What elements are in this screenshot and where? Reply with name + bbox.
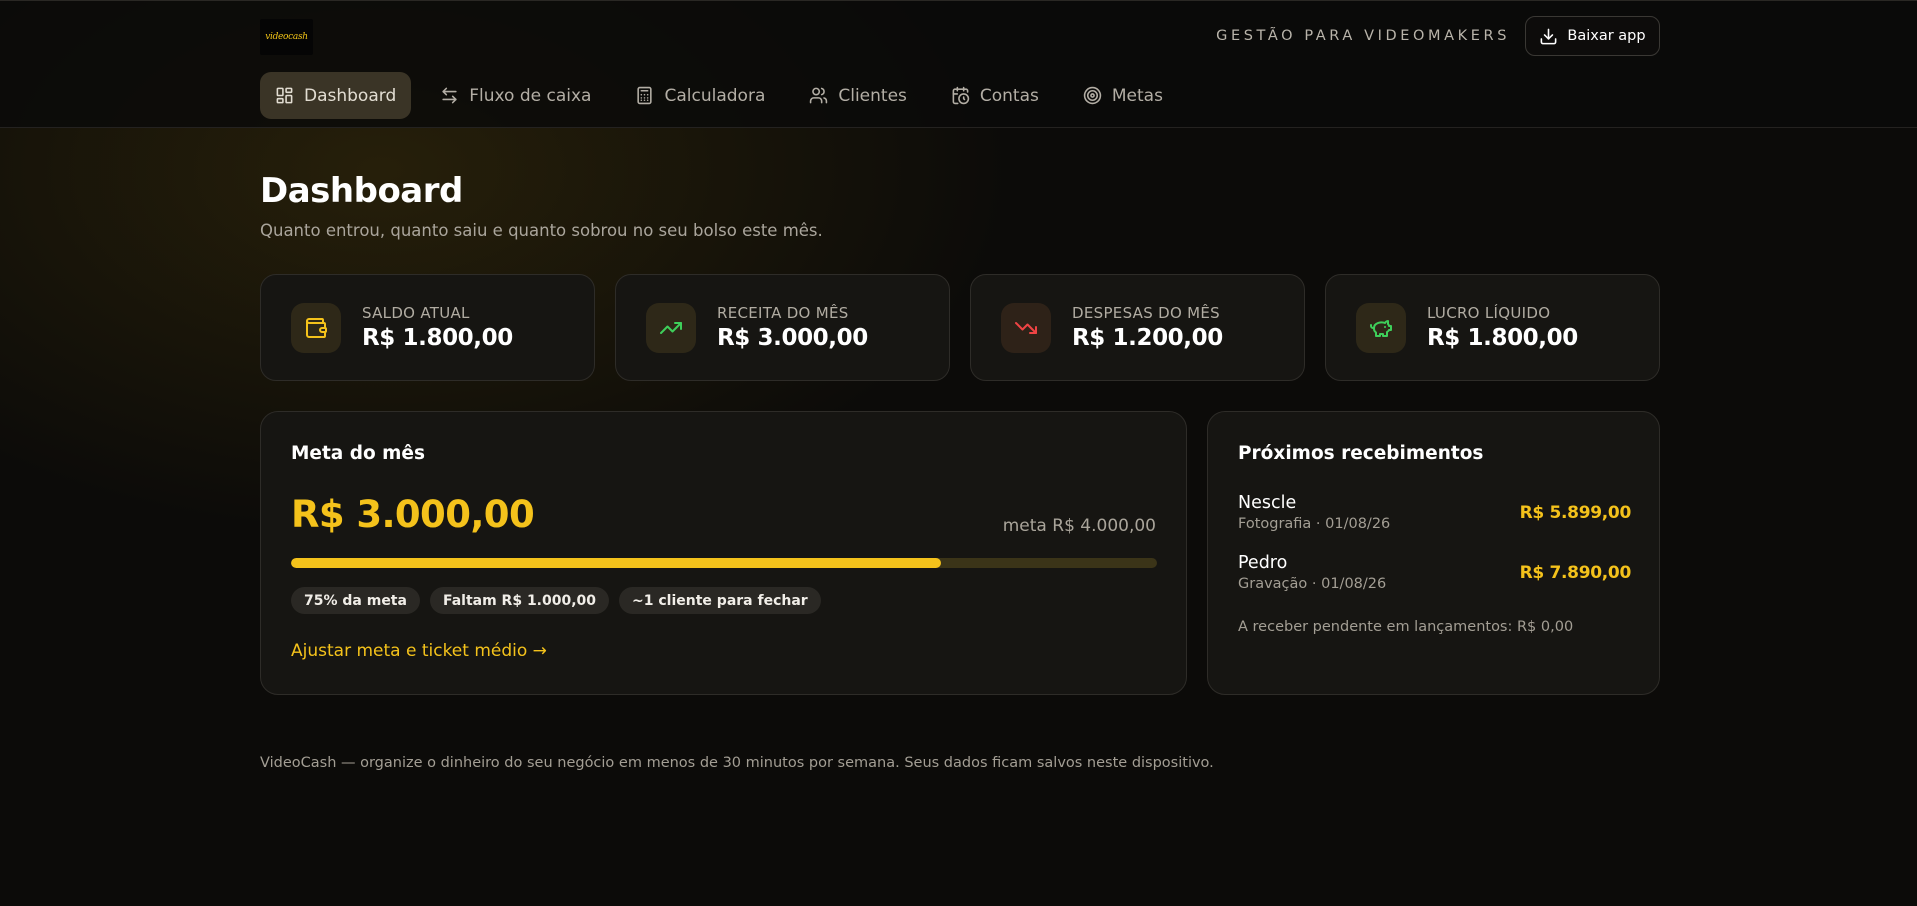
goal-remaining-chip: Faltam R$ 1.000,00 <box>429 587 610 614</box>
arrows-exchange-icon <box>442 87 457 104</box>
download-app-button[interactable]: Baixar app <box>1525 16 1660 56</box>
nav-item-contas[interactable]: Contas <box>936 72 1054 119</box>
stat-text: LUCRO LÍQUIDO R$ 1.800,00 <box>1427 303 1578 353</box>
nav-item-label: Clientes <box>838 85 907 106</box>
monthly-goal-card: Meta do mês R$ 3.000,00 meta R$ 4.000,00… <box>260 411 1187 695</box>
page-title: Dashboard <box>260 171 463 211</box>
upcoming-receivables-card: Próximos recebimentos Nescle Fotografia … <box>1207 411 1660 695</box>
goal-chips: 75% da meta Faltam R$ 1.000,00 ~1 client… <box>291 587 821 614</box>
goal-progress-bar <box>291 558 1157 568</box>
receivable-item[interactable]: Pedro Gravação · 01/08/26 R$ 7.890,00 <box>1238 552 1631 594</box>
stat-card-despesas-do-mes: DESPESAS DO MÊS R$ 1.200,00 <box>970 274 1305 381</box>
stat-value: R$ 1.800,00 <box>362 324 513 351</box>
stat-text: RECEITA DO MÊS R$ 3.000,00 <box>717 303 868 353</box>
main-nav: Dashboard Fluxo de caixa Calculadora Cli… <box>260 72 1178 119</box>
nav-item-label: Calculadora <box>664 85 766 106</box>
nav-item-label: Fluxo de caixa <box>469 85 592 106</box>
receivable-amount: R$ 5.899,00 <box>1519 503 1632 523</box>
goal-target-amount: meta R$ 4.000,00 <box>1002 516 1156 536</box>
footer-text: VideoCash — organize o dinheiro do seu n… <box>260 755 1214 771</box>
goal-clients-chip: ~1 cliente para fechar <box>619 587 821 614</box>
dashboard-icon <box>276 87 293 104</box>
page-subtitle: Quanto entrou, quanto saiu e quanto sobr… <box>260 221 823 240</box>
receivable-client-name: Pedro <box>1238 553 1288 573</box>
stat-icon-badge <box>1356 302 1406 353</box>
receivable-meta: Fotografia · 01/08/26 <box>1238 516 1391 532</box>
pending-receivables-note: A receber pendente em lançamentos: R$ 0,… <box>1238 619 1574 635</box>
stat-value: R$ 1.200,00 <box>1072 324 1223 351</box>
trending-up-icon <box>660 321 682 334</box>
trending-down-icon <box>1015 321 1037 334</box>
stat-label: SALDO ATUAL <box>362 303 470 322</box>
stat-card-saldo-atual: SALDO ATUAL R$ 1.800,00 <box>260 274 595 381</box>
target-icon <box>1083 86 1102 105</box>
goal-progress-fill <box>291 558 941 568</box>
receivable-meta: Gravação · 01/08/26 <box>1238 576 1387 592</box>
nav-item-label: Contas <box>979 85 1039 106</box>
stat-label: LUCRO LÍQUIDO <box>1427 303 1551 322</box>
stat-icon-badge <box>291 302 341 353</box>
piggy-bank-icon <box>1370 319 1392 337</box>
stats-row: SALDO ATUAL R$ 1.800,00 RECEITA DO MÊS R… <box>260 274 1660 381</box>
nav-item-fluxo-de-caixa[interactable]: Fluxo de caixa <box>425 72 606 119</box>
stat-icon-badge <box>646 302 696 353</box>
logo-text: videocash <box>265 32 308 42</box>
stat-label: RECEITA DO MÊS <box>717 303 849 322</box>
nav-item-clientes[interactable]: Clientes <box>794 72 922 119</box>
goal-percent-chip: 75% da meta <box>291 587 420 614</box>
nav-item-label: Dashboard <box>304 85 397 106</box>
stat-card-receita-do-mes: RECEITA DO MÊS R$ 3.000,00 <box>615 274 950 381</box>
goal-card-title: Meta do mês <box>291 443 425 464</box>
stat-label: DESPESAS DO MÊS <box>1072 303 1220 322</box>
wallet-icon <box>306 317 327 338</box>
stat-icon-badge <box>1001 302 1051 353</box>
nav-item-metas[interactable]: Metas <box>1068 72 1178 119</box>
adjust-goal-link[interactable]: Ajustar meta e ticket médio → <box>291 639 547 663</box>
upcoming-card-title: Próximos recebimentos <box>1238 443 1484 464</box>
app-header: videocash GESTÃO PARA VIDEOMAKERS Baixar… <box>0 1 1917 128</box>
stat-value: R$ 3.000,00 <box>717 324 868 351</box>
stat-text: DESPESAS DO MÊS R$ 1.200,00 <box>1072 303 1223 353</box>
nav-item-calculadora[interactable]: Calculadora <box>620 72 780 119</box>
stat-text: SALDO ATUAL R$ 1.800,00 <box>362 303 513 353</box>
nav-item-label: Metas <box>1111 85 1163 106</box>
receivable-item[interactable]: Nescle Fotografia · 01/08/26 R$ 5.899,00 <box>1238 492 1631 534</box>
stat-card-lucro-liquido: LUCRO LÍQUIDO R$ 1.800,00 <box>1325 274 1660 381</box>
app-tagline: GESTÃO PARA VIDEOMAKERS <box>1216 28 1510 44</box>
nav-item-dashboard[interactable]: Dashboard <box>260 72 412 119</box>
download-icon <box>1540 28 1557 44</box>
goal-current-amount: R$ 3.000,00 <box>291 493 535 536</box>
users-icon <box>810 87 828 104</box>
calendar-clock-icon <box>952 86 970 105</box>
app-logo[interactable]: videocash <box>260 19 313 55</box>
calculator-icon <box>637 86 653 105</box>
download-app-label: Baixar app <box>1567 28 1646 44</box>
stat-value: R$ 1.800,00 <box>1427 324 1578 351</box>
receivable-amount: R$ 7.890,00 <box>1519 563 1632 583</box>
receivable-client-name: Nescle <box>1238 493 1297 513</box>
